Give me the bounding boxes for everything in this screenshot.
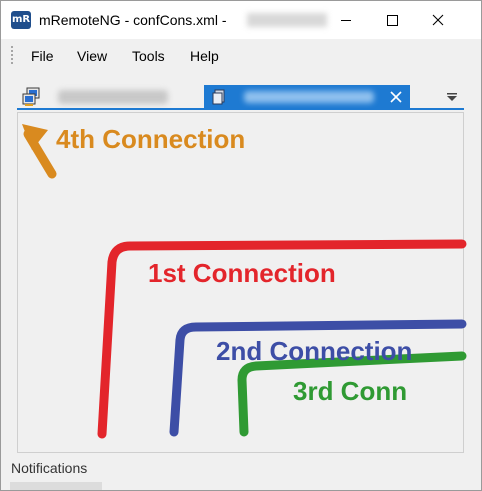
window-title: mRemoteNG - confCons.xml - — [39, 12, 227, 28]
tab-list-dropdown-icon[interactable] — [445, 91, 459, 103]
notifications-label[interactable]: Notifications — [11, 460, 87, 476]
title-bar[interactable]: mR mRemoteNG - confCons.xml - — [1, 1, 481, 39]
annotation-2nd-connection: 2nd Connection — [216, 336, 413, 366]
tab-strip-underline — [17, 108, 464, 110]
active-connection-tab[interactable] — [204, 85, 410, 109]
close-window-button[interactable] — [415, 1, 461, 39]
redacted-title-text — [247, 13, 327, 27]
annotation-4th-connection: 4th Connection — [56, 124, 246, 154]
maximize-button[interactable] — [369, 1, 415, 39]
inactive-tab-label-redacted[interactable] — [58, 90, 168, 104]
app-logo-icon[interactable]: mR — [11, 11, 31, 29]
active-tab-label-redacted — [244, 91, 374, 103]
toolbar-grip-icon[interactable] — [10, 45, 14, 65]
menu-help[interactable]: Help — [190, 48, 219, 64]
menu-bar: File View Tools Help — [1, 39, 481, 73]
close-tab-icon[interactable] — [390, 91, 402, 103]
menu-tools[interactable]: Tools — [132, 48, 165, 64]
annotation-1st-connection: 1st Connection — [148, 258, 336, 288]
connection-tab-icon[interactable] — [22, 87, 42, 107]
notifications-tab[interactable] — [10, 482, 102, 490]
minimize-icon — [341, 20, 351, 21]
maximize-icon — [387, 15, 398, 26]
annotation-3rd-connection: 3rd Conn — [293, 376, 408, 406]
menu-file[interactable]: File — [31, 48, 54, 64]
menu-view[interactable]: View — [77, 48, 107, 64]
close-icon — [432, 14, 444, 26]
connection-icon — [212, 89, 225, 105]
minimize-button[interactable] — [323, 1, 369, 39]
